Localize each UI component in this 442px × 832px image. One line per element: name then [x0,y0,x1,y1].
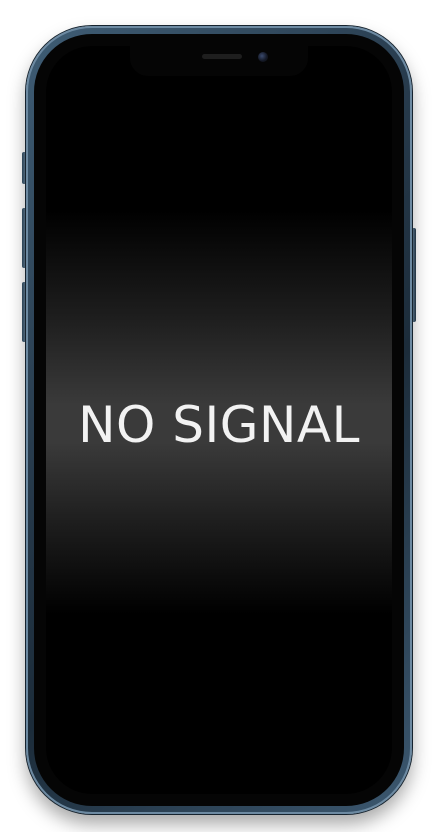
phone-screen: NO SIGNAL [46,46,392,794]
phone-bezel: NO SIGNAL [34,34,404,806]
notch [130,46,308,76]
no-signal-message: NO SIGNAL [78,396,360,454]
phone-frame: NO SIGNAL [26,26,412,814]
front-camera-icon [258,52,268,62]
phone-mockup-stage: NO SIGNAL [0,0,442,832]
earpiece-speaker-icon [202,54,242,59]
